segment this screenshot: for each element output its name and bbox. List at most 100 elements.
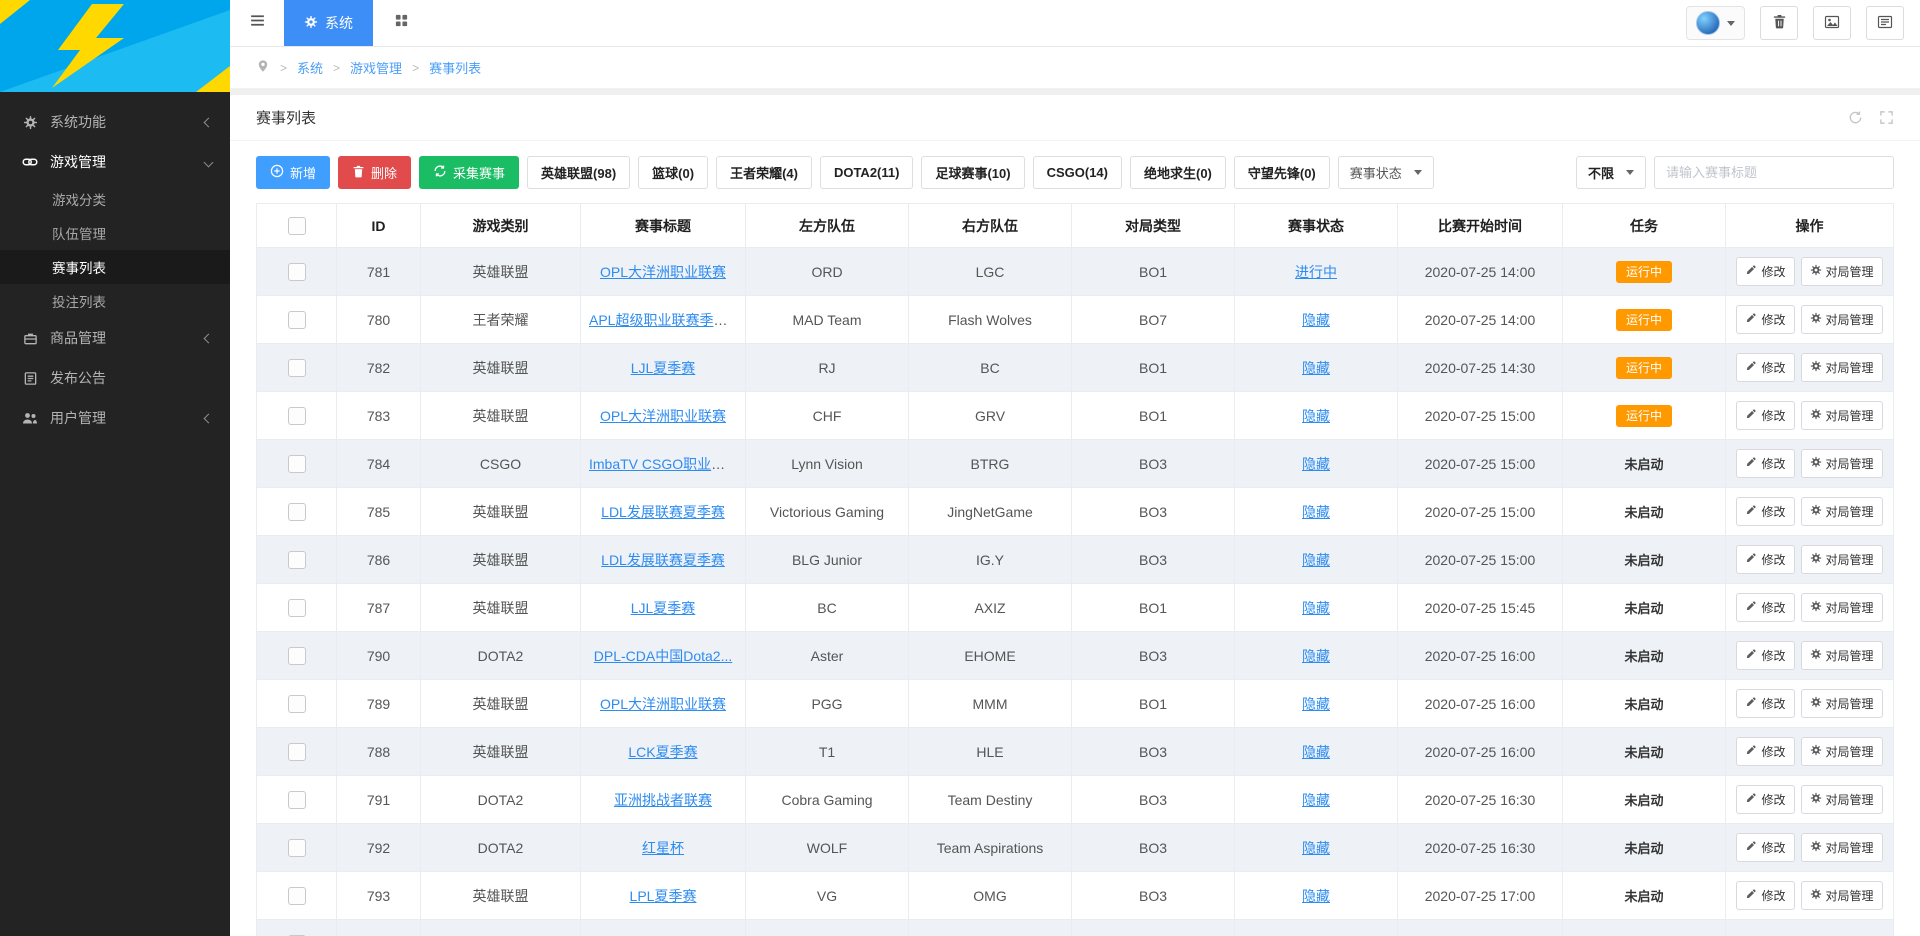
row-checkbox[interactable] <box>288 695 306 713</box>
edit-button[interactable]: 修改 <box>1736 305 1794 334</box>
status-link[interactable]: 进行中 <box>1295 264 1337 280</box>
edit-button[interactable]: 修改 <box>1736 833 1794 862</box>
status-link[interactable]: 隐藏 <box>1302 696 1330 712</box>
add-button[interactable]: 新增 <box>256 156 330 189</box>
search-input[interactable] <box>1654 156 1894 189</box>
row-checkbox[interactable] <box>288 503 306 521</box>
row-checkbox[interactable] <box>288 263 306 281</box>
app-logo[interactable] <box>0 0 230 92</box>
filter-button-lol[interactable]: 英雄联盟(98) <box>527 156 630 189</box>
status-link[interactable]: 隐藏 <box>1302 408 1330 424</box>
user-menu[interactable] <box>1686 6 1745 40</box>
edit-button[interactable]: 修改 <box>1736 641 1794 670</box>
filter-button-pubg[interactable]: 绝地求生(0) <box>1130 156 1226 189</box>
event-title-link[interactable]: APL超级职业联赛季后赛 <box>589 312 741 328</box>
match-manage-button[interactable]: 对局管理 <box>1801 689 1883 718</box>
edit-button[interactable]: 修改 <box>1736 257 1794 286</box>
match-manage-button[interactable]: 对局管理 <box>1801 881 1883 910</box>
sidebar-item-game-management[interactable]: 游戏管理 <box>0 142 230 182</box>
edit-button[interactable]: 修改 <box>1736 401 1794 430</box>
row-checkbox[interactable] <box>288 839 306 857</box>
log-list-button[interactable] <box>1866 6 1904 40</box>
status-link[interactable]: 隐藏 <box>1302 840 1330 856</box>
row-checkbox[interactable] <box>288 791 306 809</box>
event-title-link[interactable]: LPL夏季赛 <box>630 888 697 904</box>
filter-button-overwatch[interactable]: 守望先锋(0) <box>1234 156 1330 189</box>
edit-button[interactable]: 修改 <box>1736 881 1794 910</box>
status-link[interactable]: 隐藏 <box>1302 600 1330 616</box>
event-title-link[interactable]: ImbaTV CSGO职业联赛 <box>589 456 739 472</box>
breadcrumb-item-event-list[interactable]: 赛事列表 <box>429 58 481 77</box>
image-button[interactable] <box>1813 6 1851 40</box>
status-link[interactable]: 隐藏 <box>1302 456 1330 472</box>
edit-button[interactable]: 修改 <box>1736 737 1794 766</box>
status-link[interactable]: 隐藏 <box>1302 552 1330 568</box>
event-title-link[interactable]: LCK夏季赛 <box>628 744 697 760</box>
tab-system[interactable]: 系统 <box>284 0 373 46</box>
row-checkbox[interactable] <box>288 887 306 905</box>
match-manage-button[interactable]: 对局管理 <box>1801 641 1883 670</box>
scope-select[interactable]: 不限 <box>1576 156 1646 189</box>
sidebar-item-system-functions[interactable]: 系统功能 <box>0 102 230 142</box>
trash-button[interactable] <box>1760 6 1798 40</box>
match-manage-button[interactable]: 对局管理 <box>1801 593 1883 622</box>
row-checkbox[interactable] <box>288 647 306 665</box>
row-checkbox[interactable] <box>288 407 306 425</box>
sidebar-item-team-management[interactable]: 队伍管理 <box>0 216 230 250</box>
sidebar-item-betting-list[interactable]: 投注列表 <box>0 284 230 318</box>
filter-button-basketball[interactable]: 篮球(0) <box>638 156 708 189</box>
status-link[interactable]: 隐藏 <box>1302 360 1330 376</box>
edit-button[interactable]: 修改 <box>1736 785 1794 814</box>
row-checkbox[interactable] <box>288 551 306 569</box>
match-manage-button[interactable]: 对局管理 <box>1801 353 1883 382</box>
event-title-link[interactable]: 亚洲挑战者联赛 <box>614 792 712 808</box>
event-title-link[interactable]: LDL发展联赛夏季赛 <box>601 504 725 520</box>
sidebar-item-announcements[interactable]: 发布公告 <box>0 358 230 398</box>
row-checkbox[interactable] <box>288 311 306 329</box>
row-checkbox[interactable] <box>288 455 306 473</box>
event-status-select[interactable]: 赛事状态 <box>1338 156 1434 189</box>
delete-button[interactable]: 删除 <box>338 156 411 189</box>
edit-button[interactable]: 修改 <box>1736 353 1794 382</box>
breadcrumb-item-game-management[interactable]: 游戏管理 <box>350 58 402 77</box>
match-manage-button[interactable]: 对局管理 <box>1801 305 1883 334</box>
edit-button[interactable]: 修改 <box>1736 545 1794 574</box>
row-checkbox[interactable] <box>288 599 306 617</box>
edit-button[interactable]: 修改 <box>1736 497 1794 526</box>
event-title-link[interactable]: 红星杯 <box>642 840 684 856</box>
sidebar-item-user-management[interactable]: 用户管理 <box>0 398 230 438</box>
status-link[interactable]: 隐藏 <box>1302 312 1330 328</box>
filter-button-dota2[interactable]: DOTA2(11) <box>820 156 914 189</box>
event-title-link[interactable]: OPL大洋洲职业联赛 <box>600 696 726 712</box>
edit-button[interactable]: 修改 <box>1736 689 1794 718</box>
filter-button-csgo[interactable]: CSGO(14) <box>1033 156 1122 189</box>
event-title-link[interactable]: LJL夏季赛 <box>631 360 696 376</box>
edit-button[interactable]: 修改 <box>1736 449 1794 478</box>
event-title-link[interactable]: LDL发展联赛夏季赛 <box>601 552 725 568</box>
match-manage-button[interactable]: 对局管理 <box>1801 401 1883 430</box>
match-manage-button[interactable]: 对局管理 <box>1801 737 1883 766</box>
status-link[interactable]: 隐藏 <box>1302 792 1330 808</box>
match-manage-button[interactable]: 对局管理 <box>1801 449 1883 478</box>
status-link[interactable]: 隐藏 <box>1302 648 1330 664</box>
collect-events-button[interactable]: 采集赛事 <box>419 156 519 189</box>
filter-button-football[interactable]: 足球赛事(10) <box>921 156 1024 189</box>
match-manage-button[interactable]: 对局管理 <box>1801 545 1883 574</box>
match-manage-button[interactable]: 对局管理 <box>1801 833 1883 862</box>
filter-button-kingofglory[interactable]: 王者荣耀(4) <box>716 156 812 189</box>
status-link[interactable]: 隐藏 <box>1302 888 1330 904</box>
edit-button[interactable]: 修改 <box>1736 593 1794 622</box>
event-title-link[interactable]: OPL大洋洲职业联赛 <box>600 408 726 424</box>
sidebar-item-product-management[interactable]: 商品管理 <box>0 318 230 358</box>
row-checkbox[interactable] <box>288 359 306 377</box>
fullscreen-icon[interactable] <box>1879 110 1894 125</box>
sidebar-item-game-categories[interactable]: 游戏分类 <box>0 182 230 216</box>
select-all-checkbox[interactable] <box>288 217 306 235</box>
match-manage-button[interactable]: 对局管理 <box>1801 257 1883 286</box>
row-checkbox[interactable] <box>288 743 306 761</box>
match-manage-button[interactable]: 对局管理 <box>1801 785 1883 814</box>
sidebar-toggle-button[interactable] <box>230 0 284 46</box>
event-title-link[interactable]: OPL大洋洲职业联赛 <box>600 264 726 280</box>
event-title-link[interactable]: LJL夏季赛 <box>631 600 696 616</box>
match-manage-button[interactable]: 对局管理 <box>1801 497 1883 526</box>
